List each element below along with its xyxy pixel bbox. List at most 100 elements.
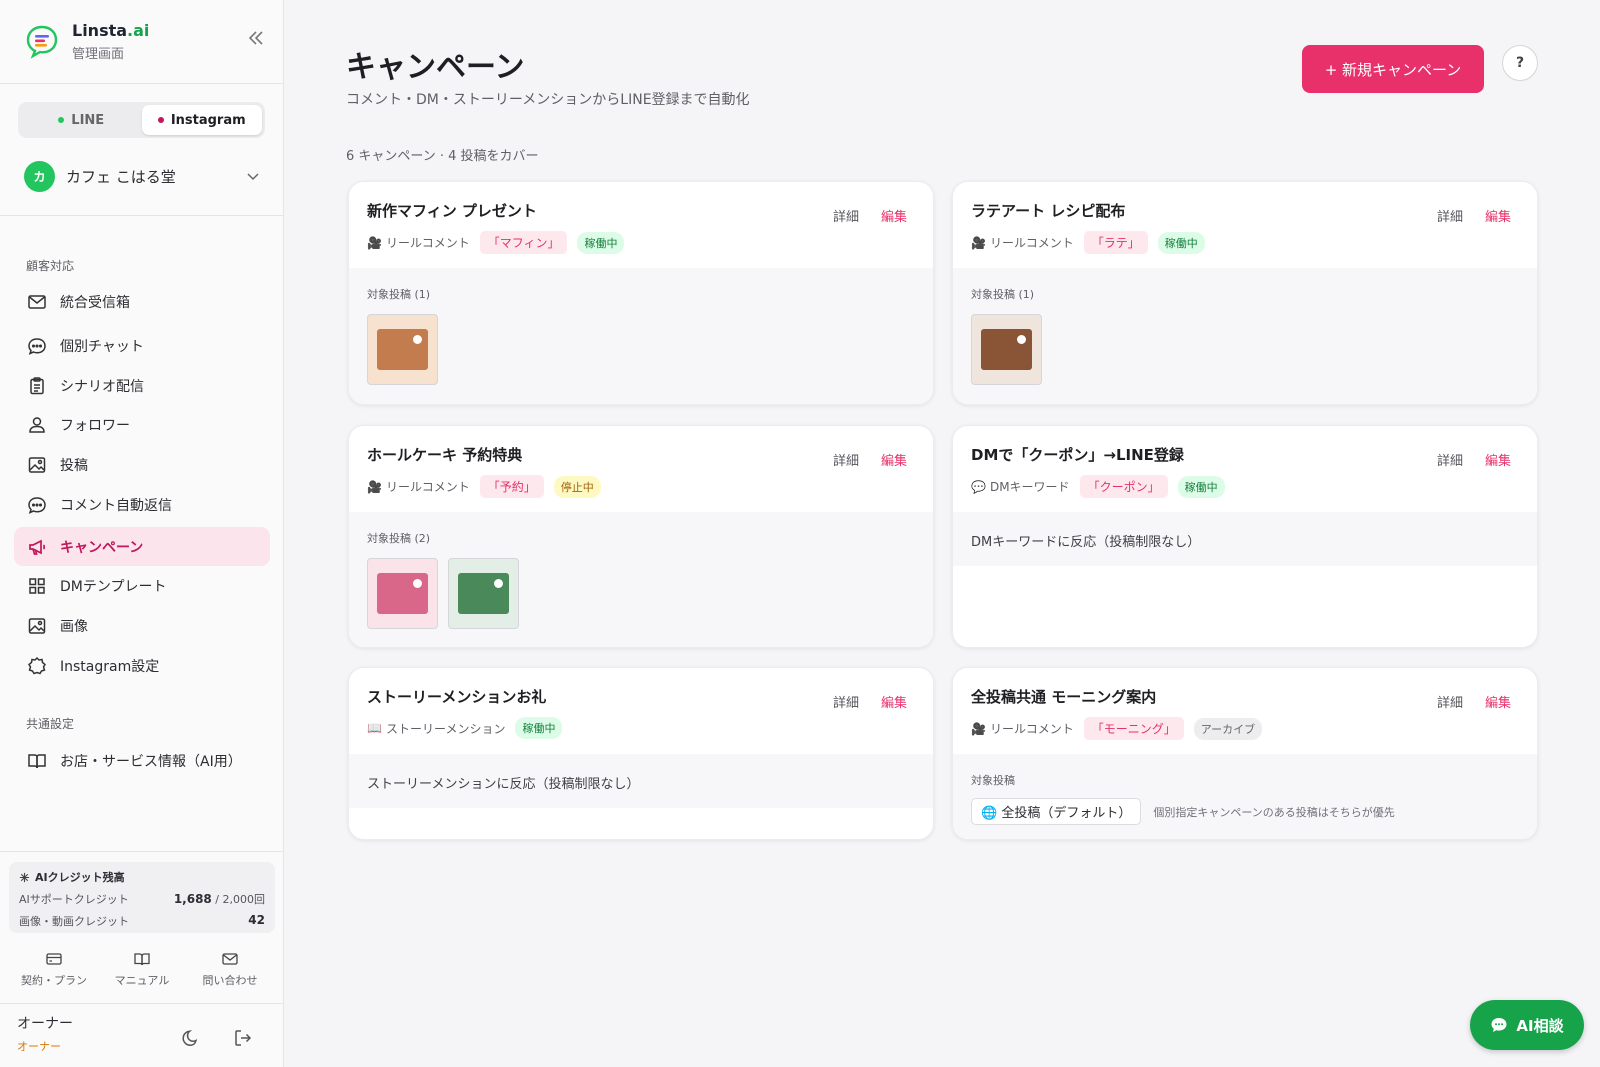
- chat-bubble-icon: [28, 496, 46, 514]
- edit-link[interactable]: 編集: [881, 450, 907, 469]
- brand-subtitle: 管理画面: [72, 46, 125, 62]
- megaphone-icon: [29, 539, 46, 555]
- post-thumbnail[interactable]: [971, 314, 1042, 385]
- keyword-badge: 「ラテ」: [1083, 231, 1148, 254]
- divider: [0, 215, 284, 216]
- sidebar-item-campaigns[interactable]: キャンペーン: [14, 527, 270, 566]
- divider: [0, 1003, 284, 1004]
- mail-icon: [28, 294, 46, 309]
- collapse-sidebar-icon[interactable]: [246, 28, 266, 48]
- trigger-type: 🎥 リールコメント: [367, 479, 470, 495]
- detail-link[interactable]: 詳細: [1437, 450, 1463, 469]
- sidebar-item-dm-templates[interactable]: DMテンプレート: [14, 566, 270, 605]
- sidebar: Linsta.ai 管理画面 LINE Instagram カ カフェ こはる堂…: [0, 0, 284, 1067]
- media-credit-value: 42: [248, 913, 265, 927]
- sidebar-item-instagram-settings[interactable]: Instagram設定: [14, 646, 270, 685]
- detail-link[interactable]: 詳細: [1437, 692, 1463, 711]
- keyword-badge: 「予約」: [479, 475, 544, 498]
- book-icon: 📖: [367, 721, 382, 735]
- detail-link[interactable]: 詳細: [1437, 206, 1463, 225]
- campaign-card: ラテアート レシピ配布 詳細 編集 🎥 リールコメント 「ラテ」 稼働中 対象投稿…: [952, 181, 1538, 405]
- channel-toggle: LINE Instagram: [18, 102, 265, 138]
- edit-link[interactable]: 編集: [881, 692, 907, 711]
- video-camera-icon: 🎥: [367, 479, 382, 494]
- sidebar-item-comment-reply[interactable]: コメント自動返信: [14, 485, 270, 524]
- sidebar-item-inbox[interactable]: 統合受信箱: [14, 282, 270, 321]
- sidebar-item-posts[interactable]: 投稿: [14, 445, 270, 484]
- support-credit-used: 1,688: [173, 892, 212, 906]
- contact-link[interactable]: 問い合わせ: [186, 950, 274, 988]
- campaign-card: DMで「クーポン」→LINE登録 詳細 編集 💬 DMキーワード 「クーポン」 稼…: [952, 425, 1538, 648]
- video-camera-icon: 🎥: [971, 721, 986, 736]
- card-icon: [46, 953, 62, 965]
- book-icon: [134, 953, 150, 966]
- speech-bubble-icon: 💬: [971, 479, 986, 494]
- status-badge: アーカイブ: [1193, 717, 1263, 740]
- account-name: カフェ こはる堂: [66, 167, 176, 186]
- campaign-card: 新作マフィン プレゼント 詳細 編集 🎥 リールコメント 「マフィン」 稼働中 対…: [348, 181, 934, 405]
- target-posts-label: 対象投稿 (2): [367, 532, 431, 545]
- detail-link[interactable]: 詳細: [833, 692, 859, 711]
- channel-instagram[interactable]: Instagram: [141, 105, 262, 135]
- sidebar-item-shop-info[interactable]: お店・サービス情報（AI用）: [14, 741, 270, 780]
- target-description: ストーリーメンションに反応（投稿制限なし）: [367, 777, 640, 792]
- mail-icon: [222, 953, 238, 965]
- status-badge: 停止中: [553, 475, 601, 498]
- brand-logo-icon: [26, 25, 58, 59]
- target-posts-label: 対象投稿: [971, 774, 1015, 787]
- contract-plan-link[interactable]: 契約・プラン: [10, 950, 98, 988]
- sidebar-item-scenario[interactable]: シナリオ配信: [14, 366, 270, 405]
- gear-icon: [28, 656, 46, 674]
- campaign-card: ホールケーキ 予約特典 詳細 編集 🎥 リールコメント 「予約」 停止中 対象投稿…: [348, 425, 934, 648]
- ai-consult-button[interactable]: AI相談: [1470, 1000, 1584, 1050]
- media-credit-label: 画像・動画クレジット: [19, 915, 129, 928]
- detail-link[interactable]: 詳細: [833, 450, 859, 469]
- trigger-type: 🎥 リールコメント: [367, 235, 470, 251]
- post-thumbnail[interactable]: [367, 558, 438, 629]
- edit-link[interactable]: 編集: [1485, 450, 1511, 469]
- campaign-summary: 6 キャンペーン · 4 投稿をカバー: [346, 149, 539, 164]
- edit-link[interactable]: 編集: [1485, 692, 1511, 711]
- sidebar-item-chat[interactable]: 個別チャット: [14, 326, 270, 365]
- keyword-badge: 「マフィン」: [479, 231, 568, 254]
- video-camera-icon: 🎥: [971, 235, 986, 250]
- manual-link[interactable]: マニュアル: [98, 950, 186, 988]
- post-thumbnail[interactable]: [367, 314, 438, 385]
- detail-link[interactable]: 詳細: [833, 206, 859, 225]
- trigger-type: 💬 DMキーワード: [971, 479, 1070, 495]
- trigger-type: 📖 ストーリーメンション: [367, 721, 506, 736]
- sidebar-item-images[interactable]: 画像: [14, 606, 270, 645]
- status-badge: 稼働中: [1157, 231, 1205, 254]
- target-description: DMキーワードに反応（投稿制限なし）: [971, 535, 1201, 550]
- chevron-down-icon: [247, 173, 259, 181]
- post-thumbnail[interactable]: [448, 558, 519, 629]
- campaign-card: 全投稿共通 モーニング案内 詳細 編集 🎥 リールコメント 「モーニング」 アーカ…: [952, 667, 1538, 840]
- user-role: オーナー: [17, 1040, 61, 1053]
- priority-note: 個別指定キャンペーンのある投稿はそちらが優先: [1153, 805, 1395, 819]
- moon-icon[interactable]: [179, 1027, 201, 1049]
- credit-title: AIクレジット残高: [19, 869, 265, 885]
- brand[interactable]: Linsta.ai 管理画面: [24, 18, 149, 64]
- sparkle-icon: [19, 872, 30, 882]
- page-subtitle: コメント・DM・ストーリーメンションからLINE登録まで自動化: [346, 92, 750, 108]
- clipboard-icon: [30, 376, 44, 394]
- support-credit-total: / 2,000回: [215, 893, 265, 906]
- help-button[interactable]: ?: [1502, 45, 1538, 81]
- nav-section-customer: 顧客対応: [26, 259, 75, 273]
- chat-bubble-icon: [1491, 1018, 1507, 1032]
- target-posts-label: 対象投稿 (1): [367, 288, 431, 301]
- edit-link[interactable]: 編集: [1485, 206, 1511, 225]
- account-switcher[interactable]: カ カフェ こはる堂: [24, 160, 260, 192]
- logout-icon[interactable]: [232, 1027, 254, 1049]
- campaign-card: ストーリーメンションお礼 詳細 編集 📖 ストーリーメンション 稼働中 ストーリー…: [348, 667, 934, 840]
- keyword-badge: 「クーポン」: [1079, 475, 1168, 498]
- new-campaign-button[interactable]: + 新規キャンペーン: [1302, 45, 1484, 93]
- video-camera-icon: 🎥: [367, 235, 382, 250]
- chat-bubble-icon: [28, 337, 46, 355]
- grid-icon: [29, 577, 45, 594]
- credit-panel: AIクレジット残高 AIサポートクレジット 1,688 / 2,000回 画像・…: [9, 862, 275, 933]
- sidebar-item-followers[interactable]: フォロワー: [14, 405, 270, 444]
- instagram-dot-icon: [157, 117, 164, 123]
- edit-link[interactable]: 編集: [881, 206, 907, 225]
- channel-line[interactable]: LINE: [21, 105, 142, 135]
